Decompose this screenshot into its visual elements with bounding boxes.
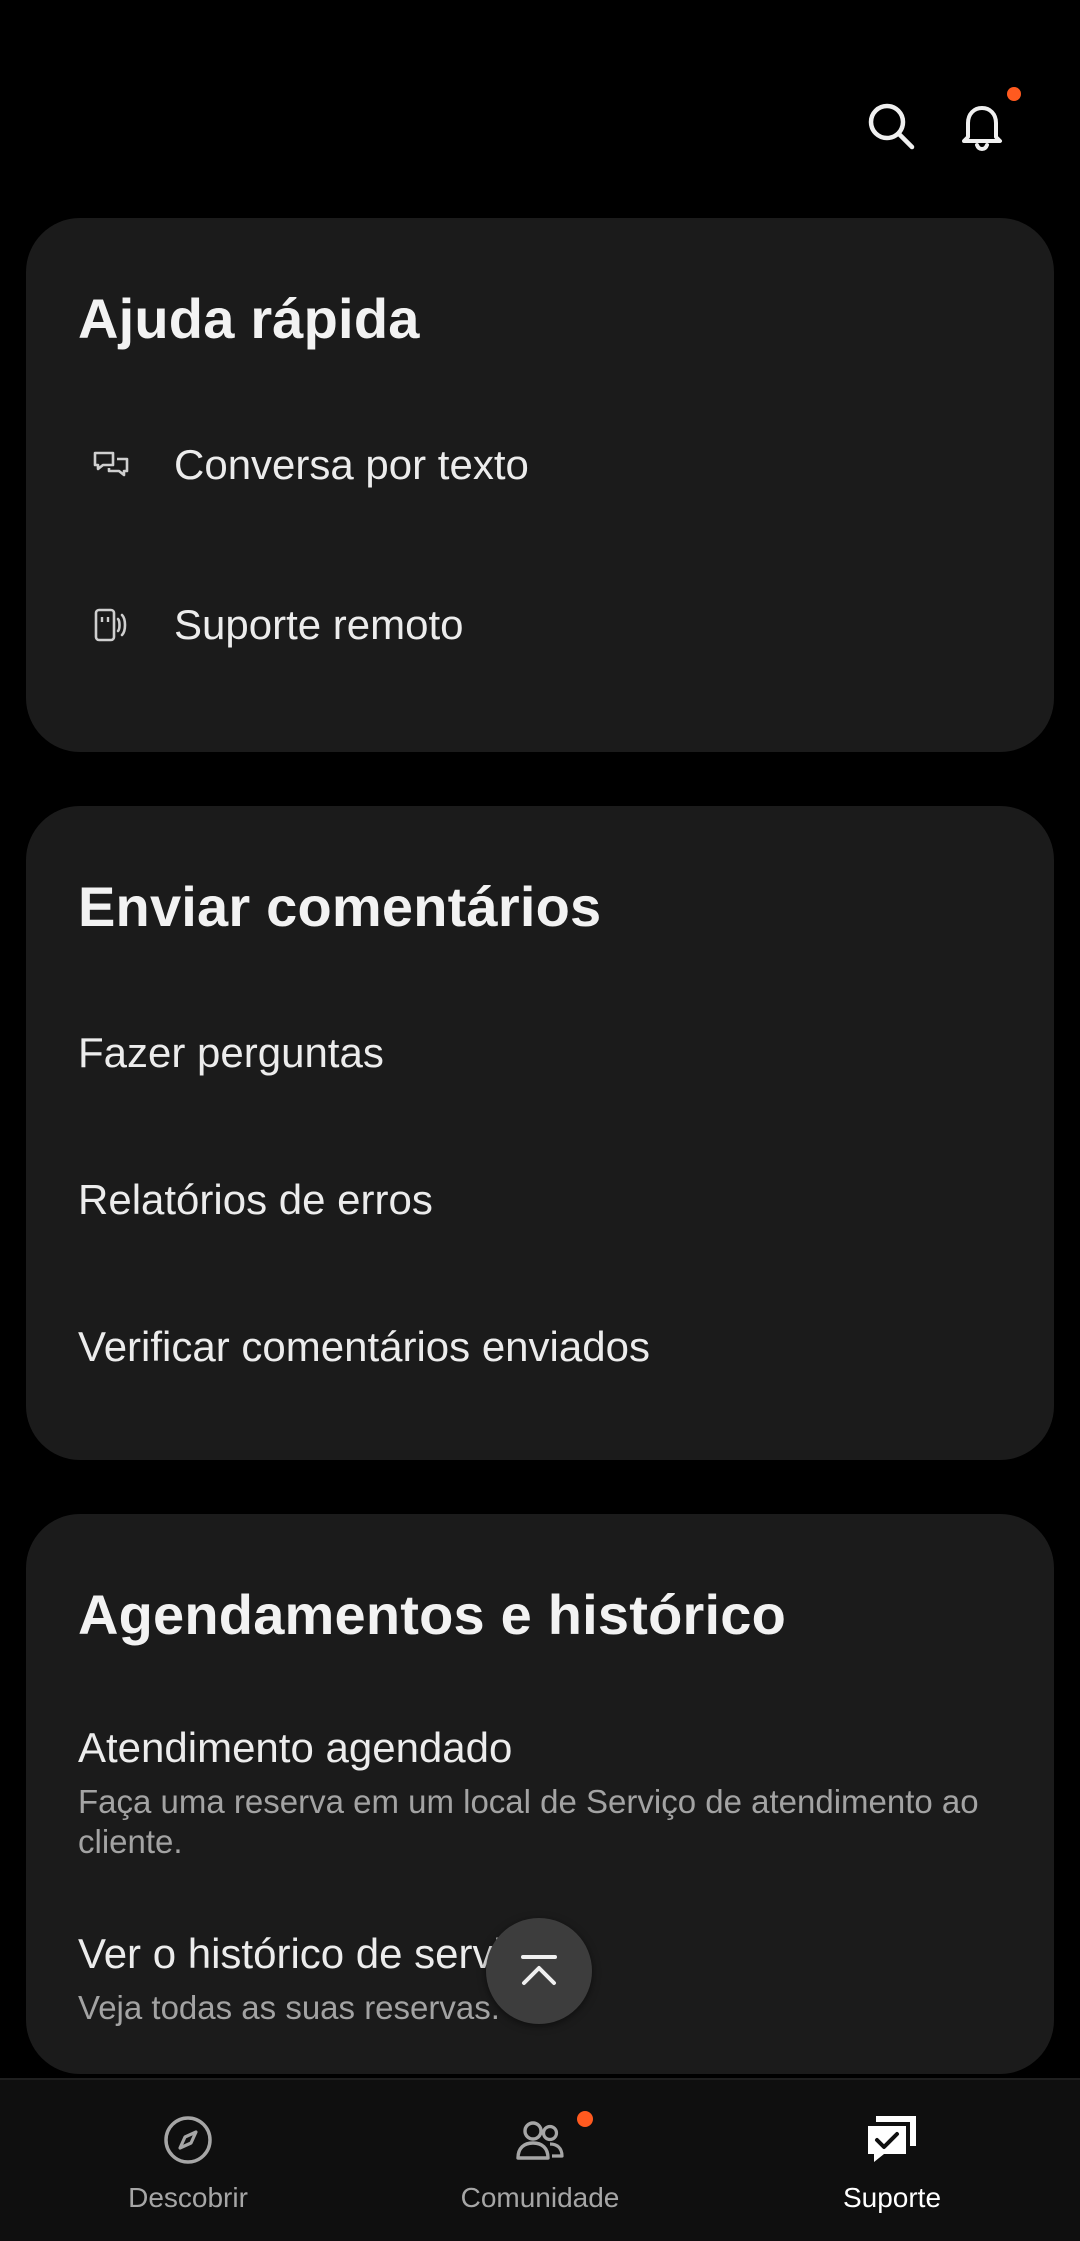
people-icon xyxy=(508,2108,572,2172)
community-badge xyxy=(577,2111,593,2127)
bottom-navigation: Descobrir Comunidade Suporte xyxy=(0,2078,1080,2241)
search-icon xyxy=(868,103,915,150)
scroll-to-top-icon xyxy=(521,1955,557,1985)
nav-support-label: Suporte xyxy=(842,2182,942,2213)
error-reports-label: Relatórios de erros xyxy=(78,1176,433,1223)
quick-help-item-text-chat[interactable]: Conversa por texto xyxy=(78,410,1014,520)
quick-help-card: Ajuda rápida Conversa por texto Suporte … xyxy=(26,218,1054,752)
ask-questions-label: Fazer perguntas xyxy=(78,1029,384,1076)
nav-item-community[interactable]: Comunidade xyxy=(410,2108,670,2228)
support-chat-icon xyxy=(860,2108,924,2172)
search-button[interactable] xyxy=(851,86,931,166)
quick-help-item-remote-support[interactable]: Suporte remoto xyxy=(78,570,1014,680)
compass-icon xyxy=(156,2108,220,2172)
nav-item-discover[interactable]: Descobrir xyxy=(58,2108,318,2228)
nav-item-support[interactable]: Suporte xyxy=(762,2108,1022,2228)
top-app-bar xyxy=(0,0,1080,215)
notification-badge xyxy=(1007,87,1021,101)
scroll-to-top-button[interactable] xyxy=(486,1918,592,2024)
feedback-item-error-reports[interactable]: Relatórios de erros xyxy=(78,1145,1014,1255)
appointments-item-scheduled[interactable]: Atendimento agendado Faça uma reserva em… xyxy=(78,1724,1014,1862)
feedback-item-ask-questions[interactable]: Fazer perguntas xyxy=(78,998,1014,1108)
remote-support-label: Suporte remoto xyxy=(174,601,464,648)
bell-icon xyxy=(962,106,1002,152)
quick-help-title: Ajuda rápida xyxy=(78,287,420,350)
nav-community-label: Comunidade xyxy=(460,2182,620,2213)
feedback-title: Enviar comentários xyxy=(78,875,602,938)
check-sent-feedback-label: Verificar comentários enviados xyxy=(78,1323,650,1370)
feedback-card: Enviar comentários Fazer perguntas Relat… xyxy=(26,806,1054,1460)
feedback-item-check-sent[interactable]: Verificar comentários enviados xyxy=(78,1292,1014,1402)
chat-bubbles-icon xyxy=(78,432,144,498)
remote-device-icon xyxy=(78,592,144,658)
scheduled-service-description: Faça uma reserva em um local de Serviço … xyxy=(78,1783,979,1860)
scheduled-service-label: Atendimento agendado xyxy=(78,1724,513,1771)
appointments-title: Agendamentos e histórico xyxy=(78,1583,787,1646)
text-chat-label: Conversa por texto xyxy=(174,441,529,488)
nav-discover-label: Descobrir xyxy=(128,2182,248,2213)
